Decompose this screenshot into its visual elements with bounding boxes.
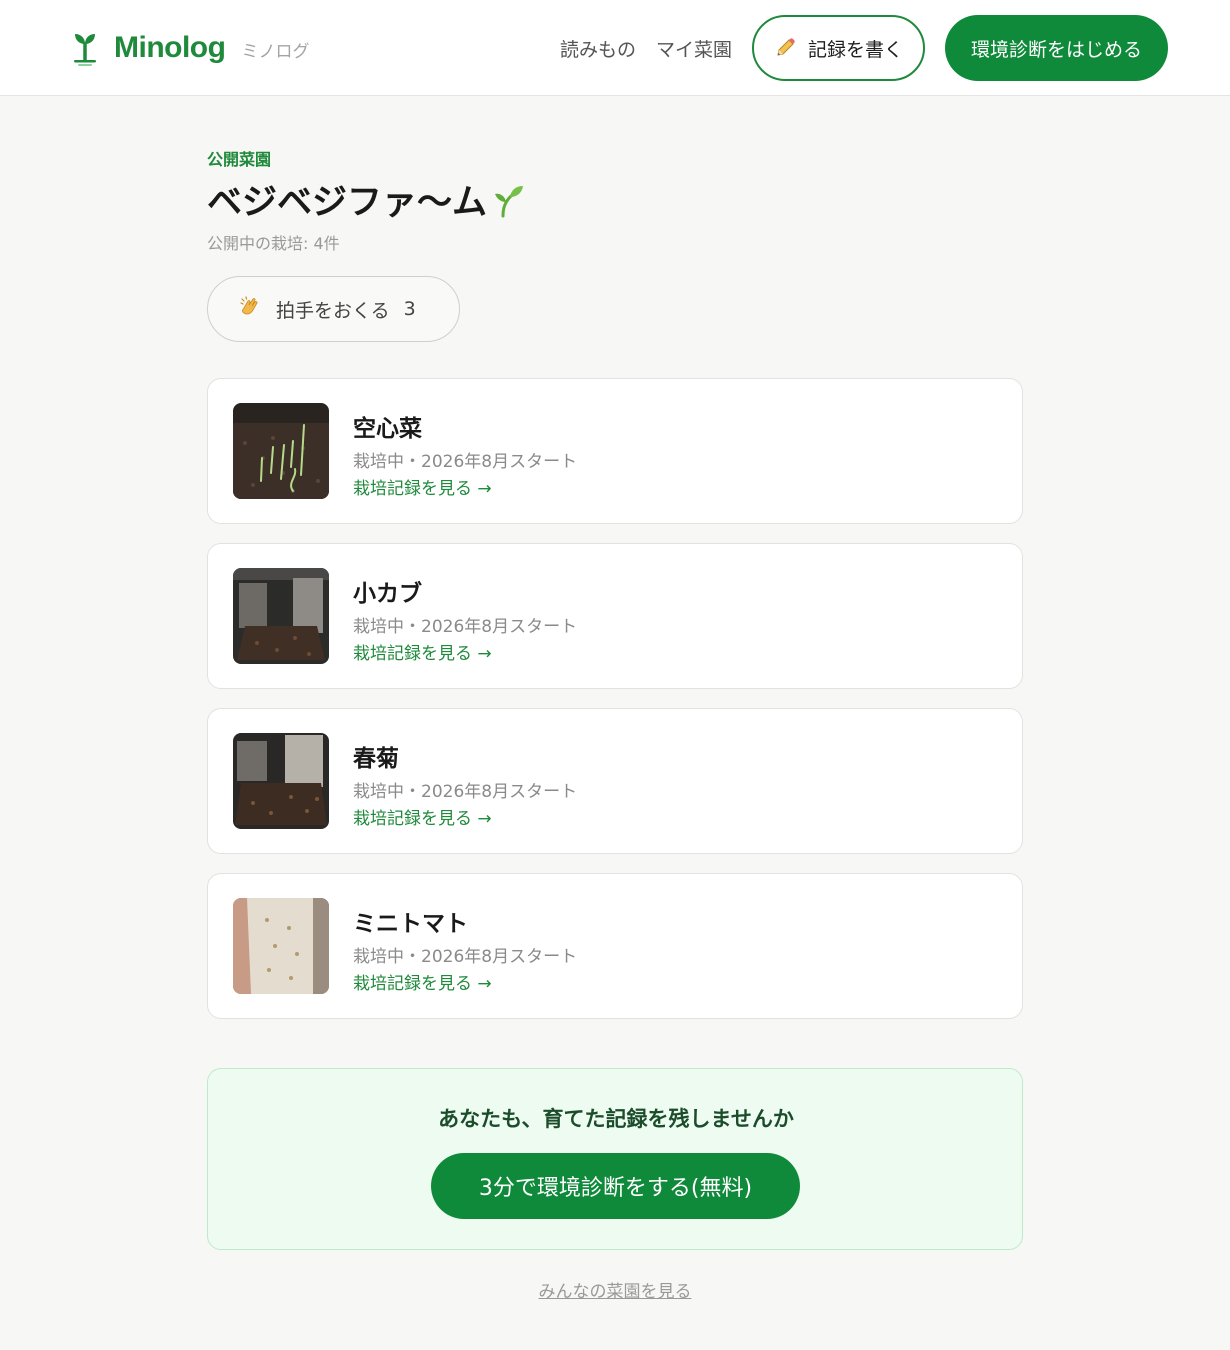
logo-link[interactable]: Minolog ミノログ xyxy=(70,30,309,66)
crop-meta: 栽培中・2026年8月スタート xyxy=(353,782,578,802)
crop-name: ミニトマト xyxy=(353,911,468,937)
crop-meta: 栽培中・2026年8月スタート xyxy=(353,617,578,637)
site-header: Minolog ミノログ 読みもの マイ菜園 記録を書く 環境診断をはじめる xyxy=(0,0,1230,96)
logo-subtitle: ミノログ xyxy=(241,41,310,62)
clap-label: 拍手をおくる xyxy=(276,299,390,322)
crop-thumbnail xyxy=(233,898,329,994)
crop-card[interactable]: 春菊 栽培中・2026年8月スタート 栽培記録を見る → xyxy=(207,708,1023,854)
sprout-icon xyxy=(495,185,524,217)
crop-name: 小カブ xyxy=(353,581,422,607)
all-gardens-link[interactable]: みんなの菜園を見る xyxy=(207,1277,1023,1302)
main-nav: 読みもの マイ菜園 記録を書く 環境診断をはじめる xyxy=(560,15,1168,81)
clap-count: 3 xyxy=(403,298,416,320)
crop-record-link[interactable]: 栽培記録を見る → xyxy=(353,969,492,994)
write-record-label: 記録を書く xyxy=(807,38,903,61)
crop-thumbnail xyxy=(233,568,329,664)
sprout-logo-icon xyxy=(74,34,96,66)
start-diagnosis-button[interactable]: 環境診断をはじめる xyxy=(944,15,1168,81)
crop-thumbnail xyxy=(233,403,329,499)
pencil-icon xyxy=(777,38,795,56)
signup-cta: あなたも、育てた記録を残しませんか 3分で環境診断をする(無料) xyxy=(207,1068,1023,1250)
cta-text: あなたも、育てた記録を残しませんか xyxy=(438,1107,794,1131)
nav-link-reading[interactable]: 読みもの xyxy=(560,35,636,62)
crop-thumbnail xyxy=(233,733,329,829)
crop-card[interactable]: 小カブ 栽培中・2026年8月スタート 栽培記録を見る → xyxy=(207,543,1023,689)
nav-link-my-garden[interactable]: マイ菜園 xyxy=(656,35,732,62)
page-title: ベジベジファ〜ム xyxy=(207,174,525,225)
crop-record-link[interactable]: 栽培記録を見る → xyxy=(353,804,492,829)
logo-text: Minolog xyxy=(114,31,226,64)
crop-card[interactable]: ミニトマト 栽培中・2026年8月スタート 栽培記録を見る → xyxy=(207,873,1023,1019)
public-crop-count: 公開中の栽培: 4件 xyxy=(207,234,340,253)
crop-meta: 栽培中・2026年8月スタート xyxy=(353,452,578,472)
crop-name: 春菊 xyxy=(353,746,399,772)
crop-record-link[interactable]: 栽培記録を見る → xyxy=(353,474,492,499)
write-record-button[interactable]: 記録を書く xyxy=(751,15,925,81)
crop-name: 空心菜 xyxy=(353,416,422,442)
page-title-text: ベジベジファ〜ム xyxy=(207,183,488,223)
page-eyebrow: 公開菜園 xyxy=(207,150,272,169)
crop-meta: 栽培中・2026年8月スタート xyxy=(353,947,578,967)
crop-record-link[interactable]: 栽培記録を見る → xyxy=(353,639,492,664)
cta-diagnosis-button[interactable]: 3分で環境診断をする(無料) xyxy=(431,1153,800,1219)
crop-card[interactable]: 空心菜 栽培中・2026年8月スタート 栽培記録を見る → xyxy=(207,378,1023,524)
clap-icon xyxy=(238,295,262,324)
clap-button[interactable]: 拍手をおくる 3 xyxy=(207,276,460,342)
